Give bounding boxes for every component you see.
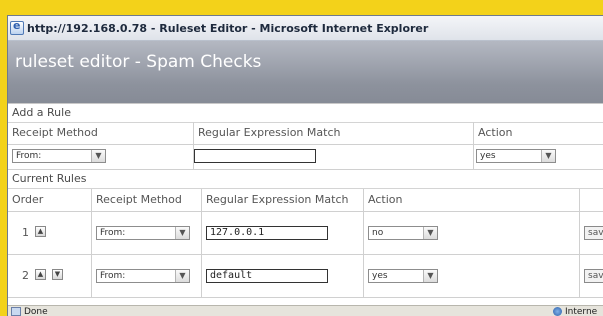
save-button[interactable]: sav xyxy=(584,226,603,240)
action-select[interactable]: yes ▼ xyxy=(368,269,438,283)
add-rule-regex-header: Regular Expression Match xyxy=(194,122,474,144)
arrow-up-icon[interactable]: ▲ xyxy=(35,226,46,237)
action-select[interactable]: no ▼ xyxy=(368,226,438,240)
action-header: Action xyxy=(364,189,580,211)
add-rule-action-header: Action xyxy=(478,126,513,139)
add-rule-header-row: Receipt Method Regular Expression Match … xyxy=(8,122,603,145)
regex-header: Regular Expression Match xyxy=(202,189,364,211)
save-button[interactable]: sav xyxy=(584,269,603,283)
arrow-down-icon[interactable]: ▼ xyxy=(52,269,63,280)
regex-input[interactable]: 127.0.0.1 xyxy=(206,226,328,240)
chevron-down-icon: ▼ xyxy=(423,270,437,282)
page-icon xyxy=(11,307,21,316)
status-bar: Done Interne xyxy=(8,305,603,316)
order-number: 1 xyxy=(22,226,29,239)
chevron-down-icon: ▼ xyxy=(175,227,189,239)
arrow-up-icon[interactable]: ▲ xyxy=(35,269,46,280)
method-select[interactable]: From: ▼ xyxy=(96,269,190,283)
chevron-down-icon: ▼ xyxy=(175,270,189,282)
method-header: Receipt Method xyxy=(92,189,202,211)
status-text: Done xyxy=(24,307,48,316)
ie-icon xyxy=(10,19,24,35)
table-row: 1 ▲ From: ▼ 127.0.0.1 no ▼ sav xyxy=(8,212,603,255)
add-action-select[interactable]: yes ▼ xyxy=(476,149,556,163)
add-regex-input[interactable] xyxy=(194,149,316,163)
current-rules-heading: Current Rules xyxy=(8,170,603,189)
order-header: Order xyxy=(8,189,92,211)
method-select[interactable]: From: ▼ xyxy=(96,226,190,240)
rules-header-row: Order Receipt Method Regular Expression … xyxy=(8,189,603,212)
browser-window: http://192.168.0.78 - Ruleset Editor - M… xyxy=(7,15,603,316)
page-title: ruleset editor - Spam Checks xyxy=(15,52,262,72)
table-row: 2 ▲ ▼ From: ▼ default yes ▼ sav xyxy=(8,255,603,298)
window-title: http://192.168.0.78 - Ruleset Editor - M… xyxy=(27,21,429,35)
add-rule-method-header: Receipt Method xyxy=(8,122,194,144)
title-bar: http://192.168.0.78 - Ruleset Editor - M… xyxy=(8,16,603,41)
chevron-down-icon: ▼ xyxy=(91,150,105,162)
add-rule-heading: Add a Rule xyxy=(8,103,603,123)
chevron-down-icon: ▼ xyxy=(423,227,437,239)
zone-text: Interne xyxy=(565,307,598,316)
chevron-down-icon: ▼ xyxy=(541,150,555,162)
add-rule-input-row: From: ▼ yes ▼ xyxy=(8,145,603,170)
internet-zone-icon xyxy=(553,307,562,316)
regex-input[interactable]: default xyxy=(206,269,328,283)
add-method-select[interactable]: From: ▼ xyxy=(12,149,106,163)
page-banner xyxy=(8,41,603,103)
order-number: 2 xyxy=(22,269,29,282)
